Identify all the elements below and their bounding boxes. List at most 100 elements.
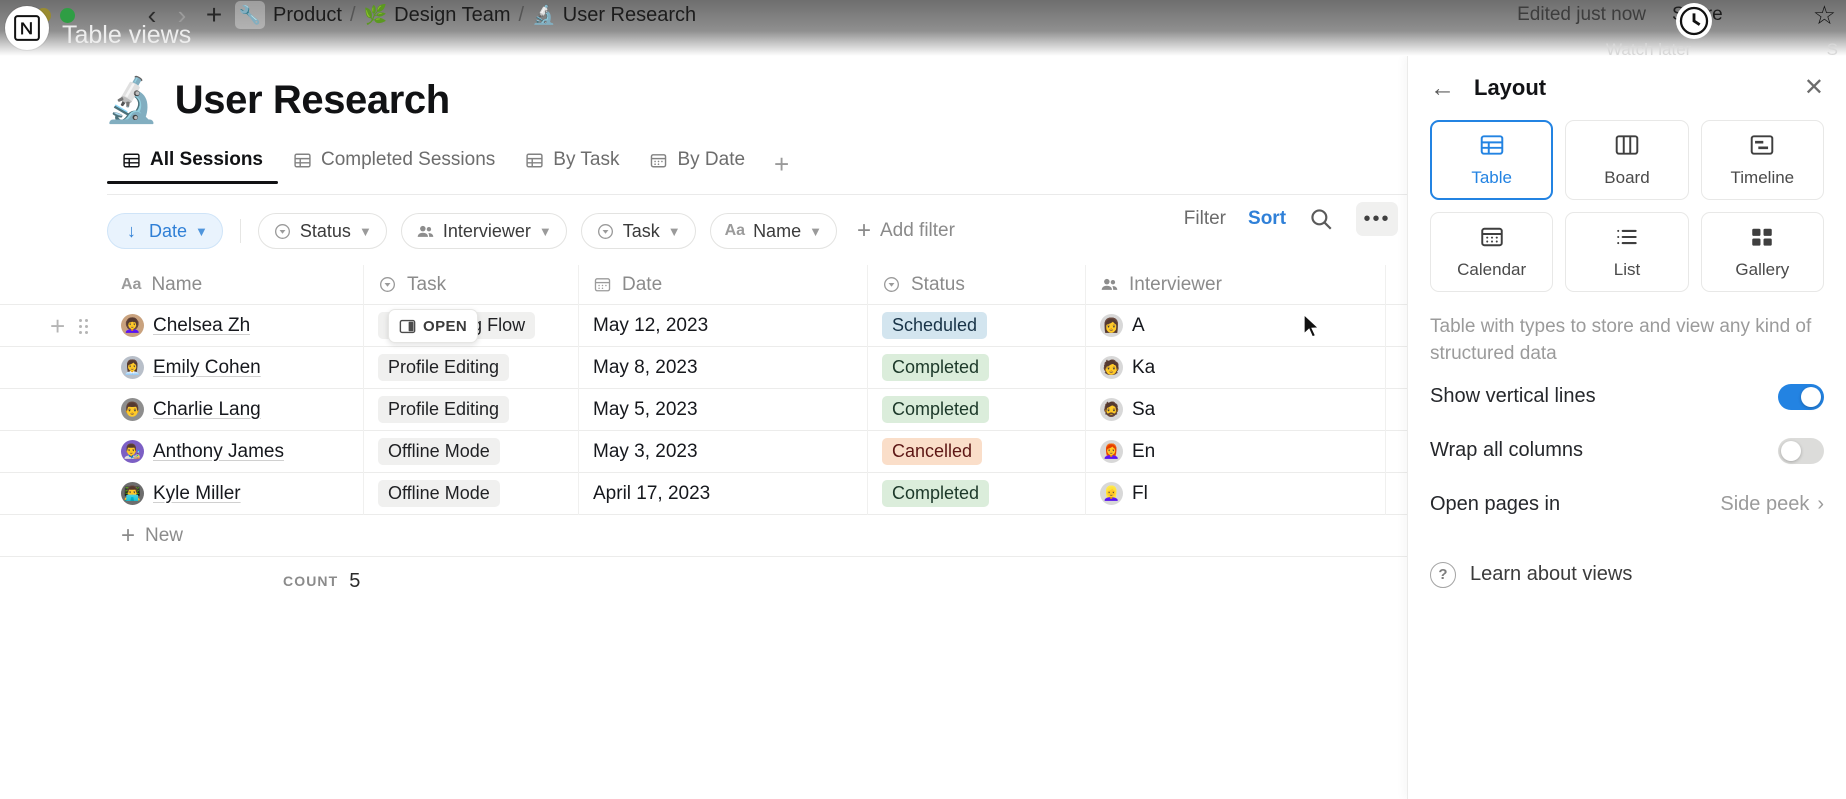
cell-interviewer[interactable]: 👱‍♀️ Fl <box>1086 472 1386 515</box>
filter-chip-interviewer[interactable]: Interviewer ▼ <box>400 213 567 249</box>
layout-option-list[interactable]: List <box>1565 212 1689 292</box>
column-header-label: Name <box>151 273 203 295</box>
cell-name[interactable]: 👩‍🦱 Chelsea Zh <box>107 304 364 347</box>
add-view-button[interactable]: + <box>760 149 801 192</box>
add-filter-button[interactable]: + Add filter <box>851 217 955 245</box>
people-icon <box>416 222 435 241</box>
edited-status: Edited just now <box>1517 4 1646 25</box>
cell-task[interactable]: Offline Mode <box>364 430 579 473</box>
cell-task[interactable]: Profile Editing <box>364 346 579 389</box>
cell-task[interactable]: Offline Mode <box>364 472 579 515</box>
layout-option-timeline[interactable]: Timeline <box>1700 120 1824 200</box>
filter-chip-label: Status <box>299 220 351 241</box>
task-pill: Offline Mode <box>378 438 500 465</box>
filter-chip-label: Interviewer <box>442 220 531 241</box>
column-header-label: Task <box>407 273 447 295</box>
cell-name[interactable]: 👩‍💼 Emily Cohen <box>107 346 364 389</box>
cell-interviewer-text: En <box>1132 440 1156 462</box>
show-vertical-lines-toggle[interactable] <box>1778 383 1824 410</box>
option-open-pages-in[interactable]: Open pages in Side peek › <box>1408 480 1846 530</box>
learn-about-views-row[interactable]: ? Learn about views <box>1408 540 1846 588</box>
breadcrumb-separator-2: / <box>518 3 525 26</box>
filter-chip-date[interactable]: ↓ Date ▼ <box>107 213 223 249</box>
option-label: Wrap all columns <box>1430 439 1584 462</box>
open-page-button[interactable]: OPEN <box>388 309 479 343</box>
hamburger-icon[interactable] <box>93 10 119 20</box>
breadcrumb-item-design-team[interactable]: Design Team <box>394 4 510 27</box>
timeline-icon <box>1749 132 1775 158</box>
calendar-icon <box>1479 224 1505 250</box>
cell-name[interactable]: 👨 Charlie Lang <box>107 388 364 431</box>
cell-status[interactable]: Scheduled <box>868 304 1086 347</box>
open-pages-in-value[interactable]: Side peek › <box>1720 493 1824 516</box>
add-row-icon[interactable]: + <box>50 311 65 342</box>
filter-button[interactable]: Filter <box>1184 208 1226 230</box>
cell-date[interactable]: May 12, 2023 <box>579 304 868 347</box>
layout-option-board[interactable]: Board <box>1565 120 1689 200</box>
cell-interviewer-text: Ka <box>1132 356 1156 378</box>
cell-interviewer[interactable]: 🧑 Ka <box>1086 346 1386 389</box>
column-header-interviewer[interactable]: Interviewer <box>1086 264 1386 305</box>
option-wrap-all-columns: Wrap all columns <box>1408 426 1846 476</box>
cell-date[interactable]: May 5, 2023 <box>579 388 868 431</box>
more-options-button[interactable]: ••• <box>1356 202 1399 236</box>
layout-option-calendar[interactable]: Calendar <box>1430 212 1554 292</box>
chevron-right-icon: › <box>1817 493 1824 516</box>
cell-name[interactable]: 👨‍🎨 Anthony James <box>107 430 364 473</box>
cell-date[interactable]: May 8, 2023 <box>579 346 868 389</box>
breadcrumb-item-user-research[interactable]: User Research <box>563 4 696 27</box>
drag-handle-icon[interactable] <box>79 318 89 334</box>
tab-completed-sessions[interactable]: Completed Sessions <box>278 149 510 184</box>
cell-interviewer[interactable]: 👩‍🦰 En <box>1086 430 1386 473</box>
cell-interviewer[interactable]: 👩 A <box>1086 304 1386 347</box>
column-header-date[interactable]: Date <box>579 264 868 305</box>
tab-all-sessions[interactable]: All Sessions <box>107 149 278 184</box>
cell-status[interactable]: Completed <box>868 346 1086 389</box>
cell-name[interactable]: 👨‍💻 Kyle Miller <box>107 472 364 515</box>
plus-icon[interactable]: + <box>197 0 231 31</box>
layout-option-gallery[interactable]: Gallery <box>1700 212 1824 292</box>
count-label[interactable]: COUNT <box>283 573 338 589</box>
sort-button[interactable]: Sort <box>1248 208 1286 230</box>
column-header-name[interactable]: Aa Name <box>107 264 364 305</box>
count-value: 5 <box>349 569 361 592</box>
tab-label: By Task <box>553 149 620 170</box>
side-peek-icon <box>399 319 416 333</box>
filter-chip-status[interactable]: Status ▼ <box>257 213 387 249</box>
tab-label: Completed Sessions <box>321 149 496 170</box>
wrap-all-columns-toggle[interactable] <box>1778 437 1824 464</box>
star-icon[interactable]: ☆ <box>1813 0 1836 31</box>
page-title: User Research <box>174 78 450 122</box>
filter-chip-name[interactable]: Aa Name ▼ <box>709 213 837 249</box>
tab-by-task[interactable]: By Task <box>510 149 634 184</box>
cell-date[interactable]: May 3, 2023 <box>579 430 868 473</box>
column-header-status[interactable]: Status <box>868 264 1086 305</box>
cell-status[interactable]: Cancelled <box>868 430 1086 473</box>
cell-task[interactable]: Profile Editing <box>364 388 579 431</box>
share-button[interactable]: Share <box>1672 4 1723 26</box>
column-header-label: Date <box>622 273 663 295</box>
search-icon[interactable] <box>1308 206 1334 232</box>
filter-divider <box>239 219 241 243</box>
option-label: Show vertical lines <box>1430 385 1596 408</box>
cell-interviewer-text: Sa <box>1132 398 1156 420</box>
table-icon <box>1479 132 1505 158</box>
cell-interviewer[interactable]: 🧔 Sa <box>1086 388 1386 431</box>
arrow-left-icon[interactable]: ← <box>1430 74 1456 103</box>
leaf-icon: 🌿 <box>363 5 388 26</box>
task-pill: Offline Mode <box>378 480 500 507</box>
layout-option-table[interactable]: Table <box>1430 120 1554 200</box>
filter-chip-label: Name <box>753 220 802 241</box>
chevron-down-icon: ▼ <box>358 223 372 239</box>
status-badge: Scheduled <box>882 312 988 339</box>
breadcrumb-item-product[interactable]: Product <box>273 4 342 27</box>
column-header-task[interactable]: Task <box>364 264 579 305</box>
cell-status[interactable]: Completed <box>868 472 1086 515</box>
cell-date[interactable]: April 17, 2023 <box>579 472 868 515</box>
close-icon[interactable]: ✕ <box>1804 76 1824 100</box>
cell-status[interactable]: Completed <box>868 388 1086 431</box>
calendar-icon <box>593 275 612 294</box>
tab-by-date[interactable]: By Date <box>634 149 760 184</box>
filter-chip-task[interactable]: Task ▼ <box>580 213 696 249</box>
wrench-icon[interactable]: 🔧 <box>235 1 265 29</box>
